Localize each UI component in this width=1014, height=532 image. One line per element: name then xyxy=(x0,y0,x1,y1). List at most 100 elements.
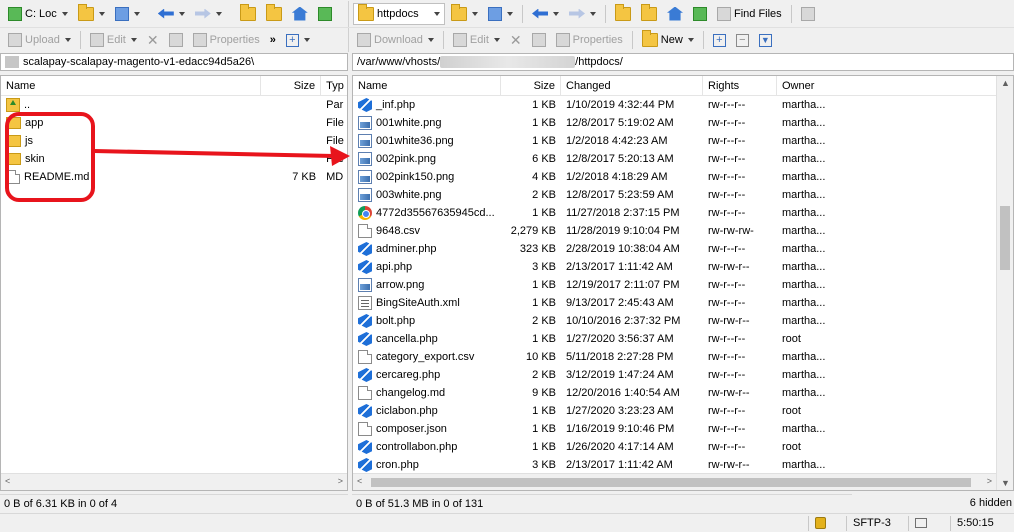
edit-button[interactable]: Edit xyxy=(86,29,141,51)
list-item[interactable]: .. Par xyxy=(1,96,347,114)
remote-filter-button[interactable] xyxy=(484,3,517,25)
file-type: Par xyxy=(326,99,344,111)
document-icon xyxy=(6,170,20,184)
remote-col-name[interactable]: Name xyxy=(353,76,501,96)
properties-button[interactable]: Properties xyxy=(189,29,264,51)
list-item[interactable]: app File xyxy=(1,114,347,132)
remote-properties-button[interactable]: Properties xyxy=(552,29,627,51)
upload-button[interactable]: Upload xyxy=(4,29,75,51)
find-files-button[interactable]: Find Files xyxy=(713,3,786,25)
open-remote-folder-button[interactable] xyxy=(447,3,482,25)
remote-forward-button[interactable] xyxy=(565,3,600,25)
local-col-name[interactable]: Name xyxy=(1,76,262,96)
refresh-button[interactable] xyxy=(314,3,336,25)
table-row[interactable]: arrow.png 1 KB 12/19/2017 2:11:07 PM rw-r--… xyxy=(353,276,1013,294)
hidden-files-count[interactable]: 6 hidden xyxy=(966,494,1012,512)
select-all-button[interactable]: + xyxy=(709,29,730,51)
php-file-icon xyxy=(358,314,372,328)
back-button[interactable] xyxy=(154,3,189,25)
remote-edit-button[interactable]: Edit xyxy=(449,29,504,51)
scroll-left-icon[interactable]: < xyxy=(5,476,10,486)
table-row[interactable]: _inf.php 1 KB 1/10/2019 4:32:44 PM rw-r--r-… xyxy=(353,96,1013,114)
chevron-down-icon xyxy=(303,38,310,42)
table-row[interactable]: category_export.csv 10 KB 5/11/2018 2:27:2… xyxy=(353,348,1013,366)
table-row[interactable]: 9648.csv 2,279 KB 11/28/2019 9:10:04 PM rw-… xyxy=(353,222,1013,240)
file-name: app xyxy=(25,117,44,129)
local-col-size[interactable]: Size xyxy=(261,76,322,96)
remote-root-dir-button[interactable] xyxy=(637,3,661,25)
delete-button[interactable]: ✕ xyxy=(143,29,163,51)
more-button[interactable]: » xyxy=(266,29,280,51)
file-changed: 1/26/2020 4:17:14 AM xyxy=(566,441,674,453)
remote-path-bar[interactable]: /var/www/vhosts/ /httpdocs/ xyxy=(352,53,1014,71)
table-row[interactable]: 001white.png 1 KB 12/8/2017 5:19:02 AM rw-r… xyxy=(353,114,1013,132)
local-path-bar[interactable]: scalapay-scalapay-magento-v1-edacc94d5a2… xyxy=(0,53,348,71)
table-row[interactable]: 001white36.png 1 KB 1/2/2018 4:42:23 AM rw-… xyxy=(353,132,1013,150)
chevron-down-icon xyxy=(493,38,500,42)
remote-col-rights[interactable]: Rights xyxy=(703,76,777,96)
table-row[interactable]: 002pink150.png 4 KB 1/2/2018 4:18:29 AM rw-… xyxy=(353,168,1013,186)
scroll-up-icon[interactable]: ▲ xyxy=(1001,78,1010,88)
remote-home-button[interactable] xyxy=(663,3,687,25)
local-horizontal-scrollbar[interactable]: < > xyxy=(1,473,347,490)
table-row[interactable]: composer.json 1 KB 1/16/2019 9:10:46 PM rw-… xyxy=(353,420,1013,438)
home-button[interactable] xyxy=(288,3,312,25)
remote-tree-toggle-button[interactable] xyxy=(797,3,819,25)
remote-horizontal-scrollbar[interactable]: < > xyxy=(353,473,996,490)
root-dir-button[interactable] xyxy=(262,3,286,25)
list-item[interactable]: js File xyxy=(1,132,347,150)
remote-refresh-button[interactable] xyxy=(689,3,711,25)
drive-selector[interactable]: C: Loc xyxy=(4,3,72,25)
table-row[interactable]: controllabon.php 1 KB 1/26/2020 4:17:14 AM… xyxy=(353,438,1013,456)
table-row[interactable]: bolt.php 2 KB 10/10/2016 2:37:32 PM rw-rw-r… xyxy=(353,312,1013,330)
local-file-list[interactable]: Name Size Typ .. Par app File js File skin File… xyxy=(0,75,348,491)
table-row[interactable]: 003white.png 2 KB 12/8/2017 5:23:59 AM rw-r… xyxy=(353,186,1013,204)
lock-indicator[interactable] xyxy=(808,516,842,531)
download-button[interactable]: Download xyxy=(353,29,438,51)
more-label: » xyxy=(269,34,276,46)
delete-icon: ✕ xyxy=(146,31,159,48)
forward-button[interactable] xyxy=(191,3,226,25)
scroll-right-icon[interactable]: > xyxy=(338,476,343,486)
unselect-all-button[interactable]: − xyxy=(732,29,753,51)
rename-button[interactable] xyxy=(165,29,187,51)
remote-col-owner[interactable]: Owner xyxy=(777,76,997,96)
remote-rename-button[interactable] xyxy=(528,29,550,51)
table-row[interactable]: 002pink.png 6 KB 12/8/2017 5:20:13 AM rw-r-… xyxy=(353,150,1013,168)
remote-col-changed[interactable]: Changed xyxy=(561,76,703,96)
scroll-right-icon[interactable]: > xyxy=(987,476,992,486)
filter-button[interactable] xyxy=(111,3,144,25)
table-row[interactable]: BingSiteAuth.xml 1 KB 9/13/2017 2:45:43 AM… xyxy=(353,294,1013,312)
scrollbar-thumb[interactable] xyxy=(1000,206,1010,270)
table-row[interactable]: ciclabon.php 1 KB 1/27/2020 3:23:23 AM rw-r… xyxy=(353,402,1013,420)
remote-folder-selector[interactable]: httpdocs xyxy=(353,2,445,25)
table-row[interactable]: 4772d35567635945cd... 1 KB 11/27/2018 2:37… xyxy=(353,204,1013,222)
table-row[interactable]: cron.php 3 KB 2/13/2017 1:11:42 AM rw-rw-r-… xyxy=(353,456,1013,474)
horizontal-scrollbar-thumb[interactable] xyxy=(371,478,971,487)
list-item[interactable]: skin File xyxy=(1,150,347,168)
scroll-left-icon[interactable]: < xyxy=(357,476,362,486)
remote-col-size[interactable]: Size xyxy=(501,76,561,96)
remote-vertical-scrollbar[interactable]: ▲ ▼ xyxy=(996,76,1013,490)
remote-parent-dir-button[interactable] xyxy=(611,3,635,25)
file-name: changelog.md xyxy=(376,387,446,399)
table-row[interactable]: changelog.md 9 KB 12/20/2016 1:40:54 AM rw-… xyxy=(353,384,1013,402)
remote-delete-button[interactable]: ✕ xyxy=(506,29,526,51)
remote-back-button[interactable] xyxy=(528,3,563,25)
table-row[interactable]: api.php 3 KB 2/13/2017 1:11:42 AM rw-rw-r--… xyxy=(353,258,1013,276)
list-item[interactable]: README.md 7 KB MD xyxy=(1,168,347,186)
parent-dir-button[interactable] xyxy=(236,3,260,25)
new-item-button[interactable]: + xyxy=(282,29,314,51)
scroll-down-icon[interactable]: ▼ xyxy=(1001,478,1010,488)
table-row[interactable]: cancella.php 1 KB 1/27/2020 3:56:37 AM rw-r… xyxy=(353,330,1013,348)
table-row[interactable]: cercareg.php 2 KB 3/12/2019 1:47:24 AM rw-r… xyxy=(353,366,1013,384)
network-indicator[interactable] xyxy=(908,516,946,531)
invert-selection-button[interactable]: ▼ xyxy=(755,29,776,51)
new-button[interactable]: New xyxy=(638,29,698,51)
local-col-type[interactable]: Typ xyxy=(321,76,347,96)
remote-file-list[interactable]: Name Size Changed Rights Owner _inf.php 1… xyxy=(352,75,1014,491)
edit-icon xyxy=(452,33,467,47)
rename-icon xyxy=(168,33,183,47)
open-folder-button[interactable] xyxy=(74,3,109,25)
table-row[interactable]: adminer.php 323 KB 2/28/2019 10:38:04 AM rw… xyxy=(353,240,1013,258)
